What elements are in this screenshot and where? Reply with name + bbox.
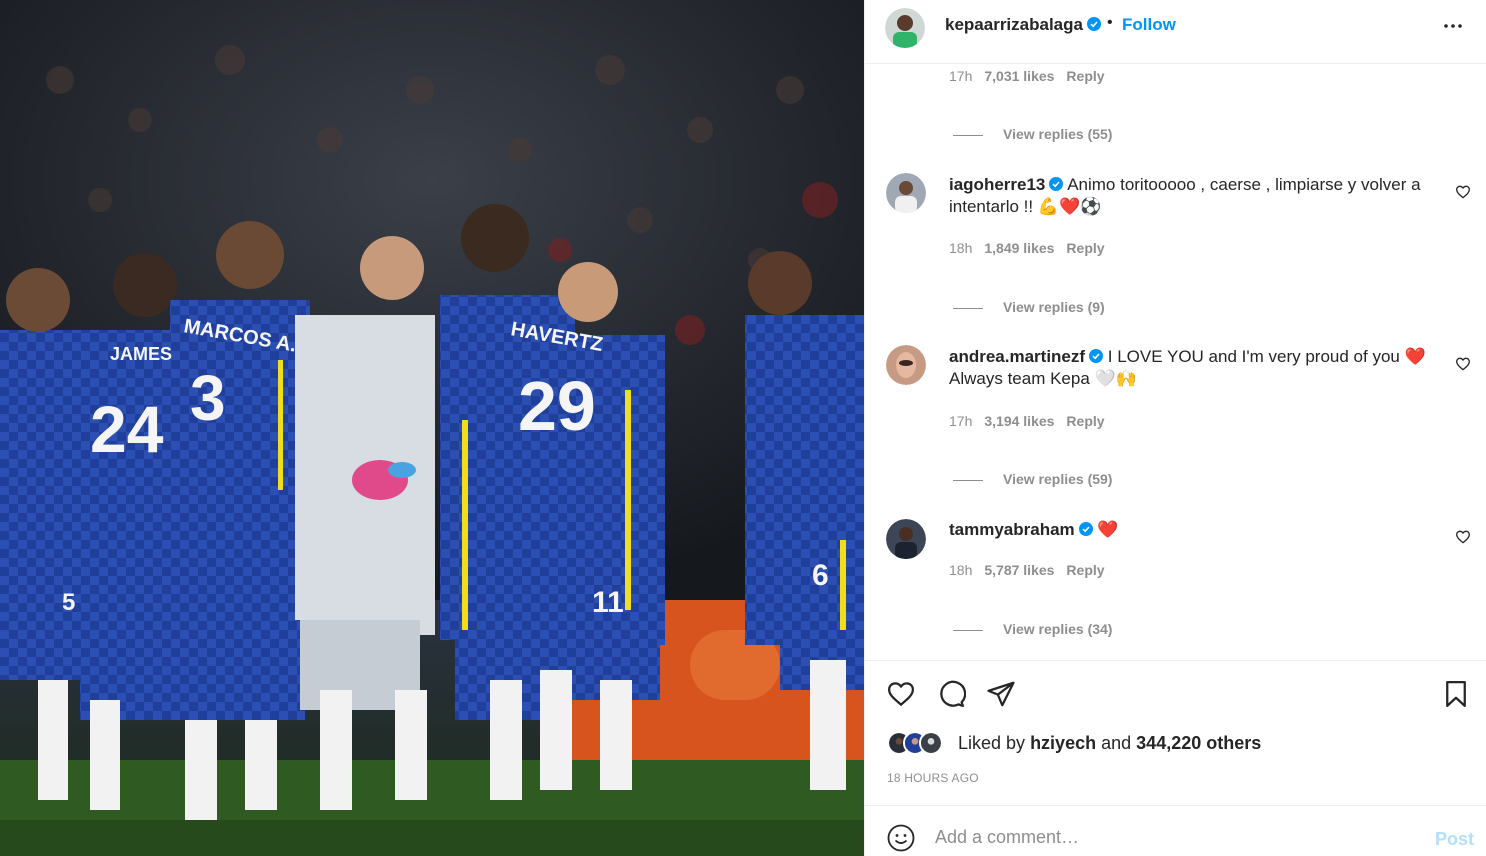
comment-input[interactable]: [935, 823, 1415, 851]
add-comment-bar: Post: [865, 805, 1486, 856]
comment-emojis-line2: 🤍🙌: [1094, 369, 1137, 388]
comment-emojis: ❤️: [1097, 520, 1119, 539]
comment-likes[interactable]: 5,787 likes: [984, 562, 1054, 578]
post-timestamp[interactable]: 18 HOURS AGO: [887, 771, 979, 785]
shirt-number-29: 29: [518, 367, 596, 445]
shorts-number-11: 11: [592, 586, 624, 619]
comment-username[interactable]: iagoherre13: [949, 175, 1045, 194]
comment-time: 18h: [949, 562, 973, 578]
header-avatar[interactable]: [885, 8, 925, 48]
reply-button[interactable]: Reply: [1066, 68, 1104, 84]
more-horizontal-icon[interactable]: [1441, 14, 1465, 38]
comment-meta: 17h 3,194 likes Reply: [949, 413, 1117, 429]
verified-icon: [1086, 17, 1101, 31]
post-header: kepaarrizabalaga • Follow: [865, 0, 1486, 64]
comment-like-icon[interactable]: [1455, 184, 1471, 200]
share-icon[interactable]: [986, 679, 1016, 709]
comment-text-line2: Always team Kepa: [949, 369, 1095, 388]
verified-icon: [1089, 349, 1104, 363]
comment-avatar[interactable]: [886, 173, 926, 213]
comment-like-icon[interactable]: [1455, 529, 1471, 545]
liker-avatar: [919, 731, 943, 755]
comment-likes[interactable]: 1,849 likes: [984, 240, 1054, 256]
comment-body: andrea.martinezf I LOVE YOU and I'm very…: [949, 346, 1439, 390]
view-replies-button[interactable]: View replies (59): [953, 471, 1112, 487]
comment-body: tammyabraham ❤️: [949, 519, 1439, 541]
follow-button[interactable]: Follow: [1122, 15, 1176, 35]
shorts-number-5: 5: [62, 589, 75, 616]
shirt-name-james: JAMES: [110, 344, 172, 364]
liked-by-user[interactable]: hziyech: [1030, 733, 1096, 753]
comment-avatar[interactable]: [886, 519, 926, 559]
replies-line: [953, 134, 983, 136]
shirt-number-24: 24: [90, 392, 164, 466]
comment-meta: 18h 1,849 likes Reply: [949, 240, 1117, 256]
comment-body: iagoherre13 Animo toritooooo , caerse , …: [949, 174, 1439, 218]
view-replies-button[interactable]: View replies (55): [953, 126, 1112, 142]
liked-by-text: Liked by hziyech and 344,220 others: [958, 733, 1262, 753]
comment-time: 17h: [949, 68, 973, 84]
view-replies-label: View replies (34): [1003, 621, 1113, 637]
post-side-panel: kepaarrizabalaga • Follow 17h 7,031 likes…: [864, 0, 1486, 856]
comment-avatar[interactable]: [886, 345, 926, 385]
comment-time: 17h: [949, 413, 973, 429]
comments-list[interactable]: 17h 7,031 likes Reply View replies (55) ia…: [865, 64, 1486, 660]
comment-username[interactable]: andrea.martinezf: [949, 347, 1085, 366]
post-actions: Liked by hziyech and 344,220 others 18 H…: [865, 660, 1486, 805]
view-replies-label: View replies (59): [1003, 471, 1113, 487]
verified-icon: [1078, 522, 1093, 536]
reply-button[interactable]: Reply: [1066, 413, 1104, 429]
comment-icon[interactable]: [936, 679, 966, 709]
liked-by-others[interactable]: 344,220 others: [1136, 733, 1261, 753]
bookmark-icon[interactable]: [1441, 679, 1471, 709]
comment-time: 18h: [949, 240, 973, 256]
replies-line: [953, 629, 983, 631]
shirt-number-3: 3: [190, 362, 226, 434]
replies-line: [953, 307, 983, 309]
post-photo[interactable]: MARCOS A. 3 JAMES 24 HAVERTZ 29 11 6 5: [0, 0, 864, 856]
view-replies-label: View replies (9): [1003, 299, 1105, 315]
reply-button[interactable]: Reply: [1066, 240, 1104, 256]
comment-likes[interactable]: 7,031 likes: [984, 68, 1054, 84]
comment-emojis: ❤️: [1404, 347, 1426, 366]
heart-icon[interactable]: [886, 679, 916, 709]
shorts-number-6: 6: [812, 559, 829, 592]
smiley-icon[interactable]: [887, 824, 915, 852]
verified-icon: [1049, 177, 1064, 191]
comment-text: I LOVE YOU and I'm very proud of you: [1107, 347, 1405, 366]
comment-emojis: 💪❤️⚽: [1037, 197, 1102, 216]
comment-likes[interactable]: 3,194 likes: [984, 413, 1054, 429]
view-replies-button[interactable]: View replies (34): [953, 621, 1112, 637]
post-button[interactable]: Post: [1435, 829, 1474, 850]
header-separator: •: [1107, 14, 1113, 31]
view-replies-label: View replies (55): [1003, 126, 1113, 142]
photo-illustration: MARCOS A. 3 JAMES 24 HAVERTZ 29 11 6 5: [0, 0, 864, 856]
comment-meta: 18h 5,787 likes Reply: [949, 562, 1117, 578]
header-username[interactable]: kepaarrizabalaga: [945, 15, 1101, 35]
reply-button[interactable]: Reply: [1066, 562, 1104, 578]
comment-meta: 17h 7,031 likes Reply: [949, 68, 1117, 84]
replies-line: [953, 479, 983, 481]
comment-username[interactable]: tammyabraham: [949, 520, 1075, 539]
view-replies-button[interactable]: View replies (9): [953, 299, 1105, 315]
comment-like-icon[interactable]: [1455, 356, 1471, 372]
